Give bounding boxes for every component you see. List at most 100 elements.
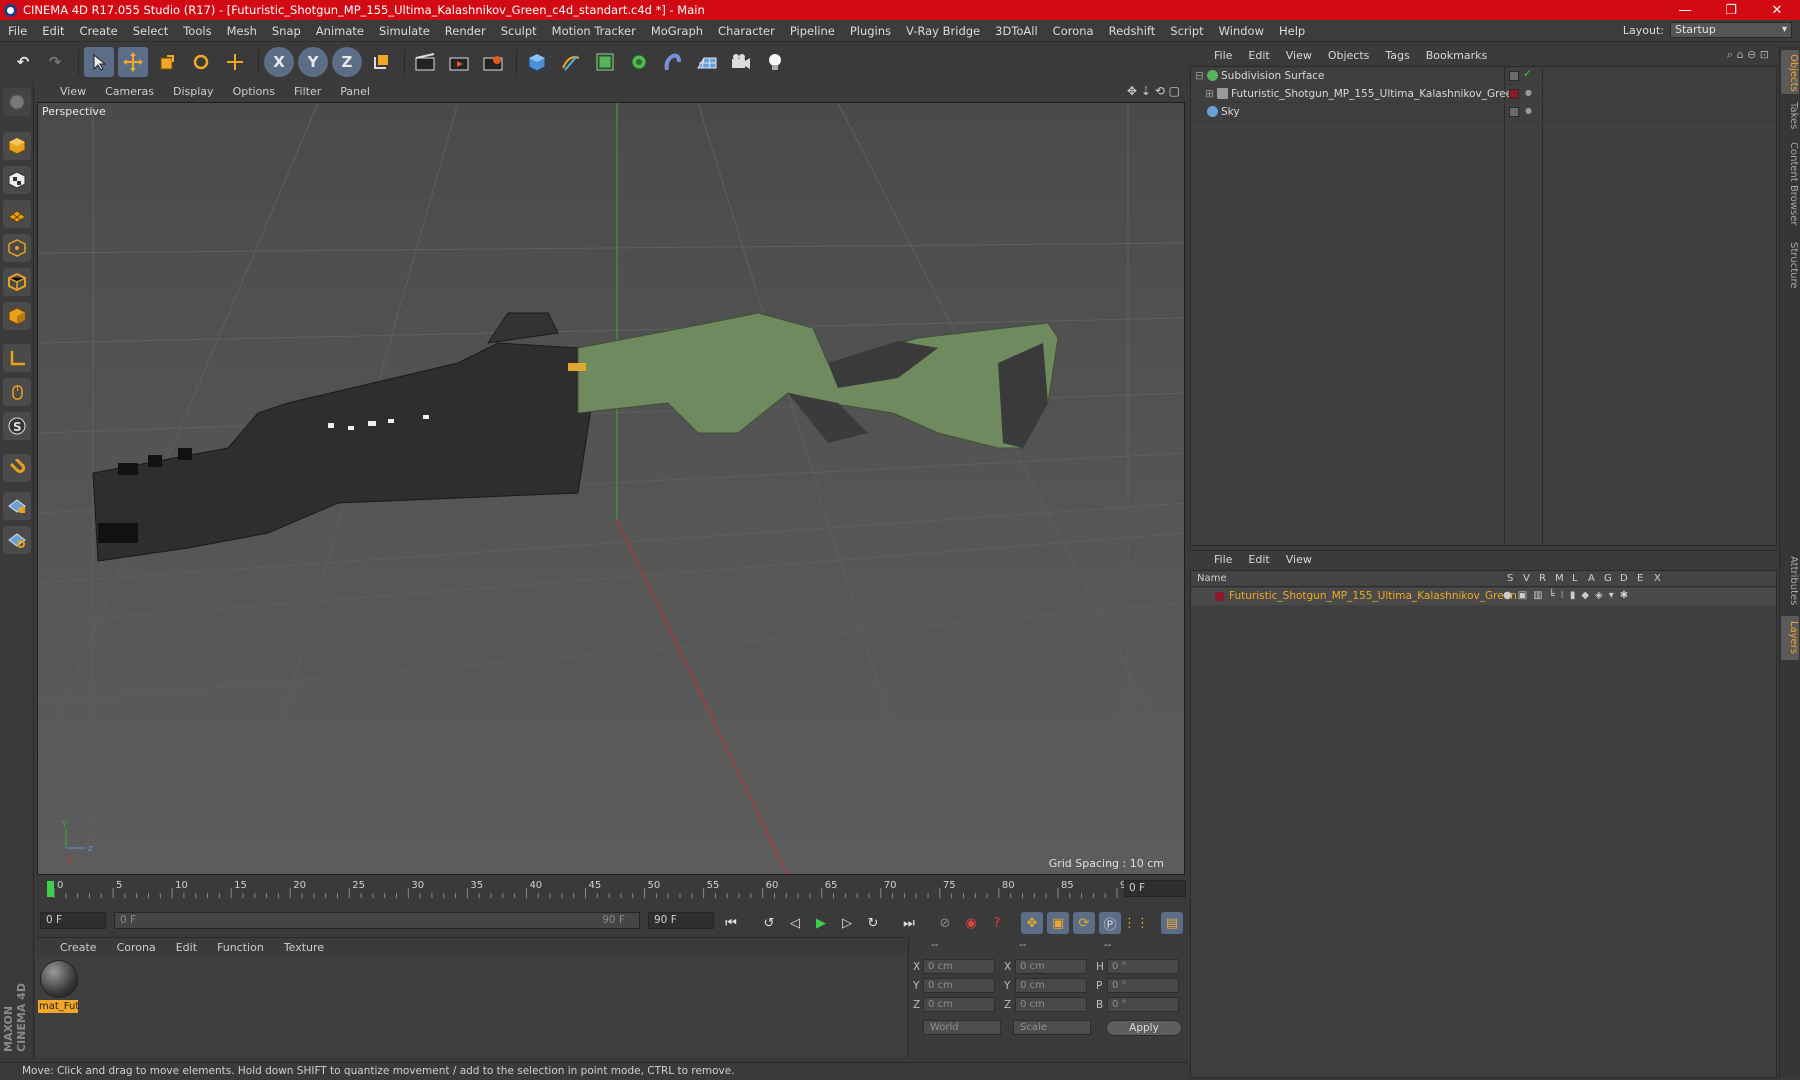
menu-vray-bridge[interactable]: V-Ray Bridge <box>906 24 980 38</box>
expand-toggle-icon[interactable]: ⊟ <box>1195 70 1204 82</box>
objects-menu-file[interactable]: File <box>1214 49 1232 62</box>
coordinate-system-button[interactable] <box>366 47 396 77</box>
menu-create[interactable]: Create <box>80 24 118 38</box>
material-menu-texture[interactable]: Texture <box>284 941 324 954</box>
layer-tag-box[interactable] <box>1509 71 1519 81</box>
menu-pipeline[interactable]: Pipeline <box>790 24 835 38</box>
menu-help[interactable]: Help <box>1279 24 1305 38</box>
add-floor-button[interactable] <box>692 47 722 77</box>
object-row-shotgun[interactable]: ⊞ Futuristic_Shotgun_MP_155_Ultima_Kalas… <box>1191 85 1776 103</box>
minimize-button[interactable]: — <box>1662 0 1708 20</box>
tab-attributes[interactable]: Attributes <box>1781 550 1799 612</box>
layer-color-swatch[interactable] <box>1215 592 1224 601</box>
render-view-button[interactable] <box>410 47 440 77</box>
next-key-button[interactable]: ↻ <box>862 912 884 934</box>
viewport-menu-filter[interactable]: Filter <box>294 85 321 98</box>
start-frame-field[interactable]: 0 F <box>40 912 106 929</box>
menu-edit[interactable]: Edit <box>42 24 64 38</box>
tab-objects[interactable]: Objects <box>1781 50 1799 94</box>
object-manager-search-home-icons[interactable]: ⌕ ⌂ ⊖ ⊡ <box>1727 48 1769 62</box>
menu-corona[interactable]: Corona <box>1053 24 1094 38</box>
menu-tools[interactable]: Tools <box>183 24 211 38</box>
menu-plugins[interactable]: Plugins <box>850 24 891 38</box>
menu-sculpt[interactable]: Sculpt <box>501 24 537 38</box>
timeline-playhead[interactable] <box>47 881 54 897</box>
close-button[interactable]: ✕ <box>1754 0 1800 20</box>
tab-layers[interactable]: Layers <box>1781 616 1799 660</box>
tab-content-browser[interactable]: Content Browser <box>1781 136 1799 232</box>
apply-button[interactable]: Apply <box>1106 1020 1182 1036</box>
layer-tag-box[interactable] <box>1509 107 1519 117</box>
y-axis-lock-button[interactable]: Y <box>298 47 328 77</box>
keyframe-selection-button[interactable]: ? <box>986 912 1008 934</box>
live-selection-button[interactable] <box>84 47 114 77</box>
viewport-menu-cameras[interactable]: Cameras <box>105 85 154 98</box>
menu-simulate[interactable]: Simulate <box>379 24 430 38</box>
axis-mode-button[interactable] <box>3 344 31 372</box>
key-parameter-button[interactable]: Ⓟ <box>1099 912 1121 934</box>
viewport-navigation-icons[interactable]: ✥ ⇣ ⟲ ▢ <box>1127 84 1180 98</box>
scale-tool-button[interactable] <box>152 47 182 77</box>
menu-select[interactable]: Select <box>133 24 168 38</box>
end-frame-field[interactable]: 90 F <box>648 912 714 929</box>
object-row-subdivision-surface[interactable]: ⊟ Subdivision Surface ✓ <box>1191 67 1776 85</box>
solo-mode-button[interactable]: S <box>3 412 31 440</box>
size-mode-dropdown[interactable]: Scale <box>1013 1020 1091 1035</box>
key-scale-button[interactable]: ▣ <box>1047 912 1069 934</box>
redo-button[interactable]: ↷ <box>40 47 70 77</box>
move-tool-button[interactable] <box>118 47 148 77</box>
next-frame-button[interactable]: ▷ <box>836 912 858 934</box>
edges-mode-button[interactable] <box>3 268 31 296</box>
menu-mograph[interactable]: MoGraph <box>651 24 703 38</box>
frame-range-slider[interactable]: 0 F 90 F <box>114 912 640 929</box>
texture-mode-button[interactable] <box>3 166 31 194</box>
material-menu-corona[interactable]: Corona <box>117 941 156 954</box>
autokeying-button[interactable]: ◉ <box>960 912 982 934</box>
layer-color-box[interactable] <box>1509 89 1519 99</box>
material-menu-edit[interactable]: Edit <box>176 941 197 954</box>
undo-button[interactable]: ↶ <box>8 47 38 77</box>
workplane-mode-button[interactable] <box>3 200 31 228</box>
position-y-field[interactable]: 0 cm <box>923 978 995 993</box>
layers-menu-view[interactable]: View <box>1286 553 1312 566</box>
go-to-start-button[interactable]: ⏮ <box>720 912 742 934</box>
objects-menu-bookmarks[interactable]: Bookmarks <box>1426 49 1487 62</box>
menu-character[interactable]: Character <box>718 24 775 38</box>
visibility-dots-icon[interactable]: ● <box>1525 88 1532 97</box>
z-axis-lock-button[interactable]: Z <box>332 47 362 77</box>
points-mode-button[interactable] <box>3 234 31 262</box>
menu-animate[interactable]: Animate <box>316 24 364 38</box>
menu-redshift[interactable]: Redshift <box>1109 24 1156 38</box>
rotation-p-field[interactable]: 0 ° <box>1107 978 1179 993</box>
rotation-h-field[interactable]: 0 ° <box>1107 959 1179 974</box>
size-z-field[interactable]: 0 cm <box>1015 997 1087 1012</box>
timeline-window-button[interactable]: ▤ <box>1161 912 1183 934</box>
add-deformer-button[interactable] <box>658 47 688 77</box>
tab-structure[interactable]: Structure <box>1781 236 1799 294</box>
render-settings-button[interactable] <box>478 47 508 77</box>
material-item[interactable]: mat_Fut <box>36 957 82 1017</box>
viewport-menu-panel[interactable]: Panel <box>340 85 370 98</box>
previous-frame-button[interactable]: ◁ <box>784 912 806 934</box>
key-rotation-button[interactable]: ⟳ <box>1073 912 1095 934</box>
objects-menu-objects[interactable]: Objects <box>1328 49 1370 62</box>
snap-enable-button[interactable] <box>3 454 31 482</box>
rotate-tool-button[interactable] <box>186 47 216 77</box>
make-editable-button[interactable] <box>3 88 31 116</box>
add-subdivision-button[interactable] <box>590 47 620 77</box>
add-mograph-button[interactable] <box>624 47 654 77</box>
add-light-button[interactable] <box>760 47 790 77</box>
key-point-level-button[interactable]: ⋮⋮ <box>1123 912 1149 934</box>
record-active-objects-button[interactable]: ⊘ <box>934 912 956 934</box>
material-menu-function[interactable]: Function <box>217 941 264 954</box>
object-row-sky[interactable]: Sky ● <box>1191 103 1776 121</box>
transform-tool-button[interactable] <box>220 47 250 77</box>
layers-menu-file[interactable]: File <box>1214 553 1232 566</box>
model-mode-button[interactable] <box>3 132 31 160</box>
menu-mesh[interactable]: Mesh <box>227 24 257 38</box>
menu-motion-tracker[interactable]: Motion Tracker <box>552 24 636 38</box>
objects-menu-tags[interactable]: Tags <box>1385 49 1409 62</box>
timeline-ruler[interactable]: 051015202530354045505560657075808590 <box>36 878 1186 900</box>
coordinate-mode-dropdown[interactable]: World <box>923 1020 1001 1035</box>
objects-menu-edit[interactable]: Edit <box>1248 49 1269 62</box>
